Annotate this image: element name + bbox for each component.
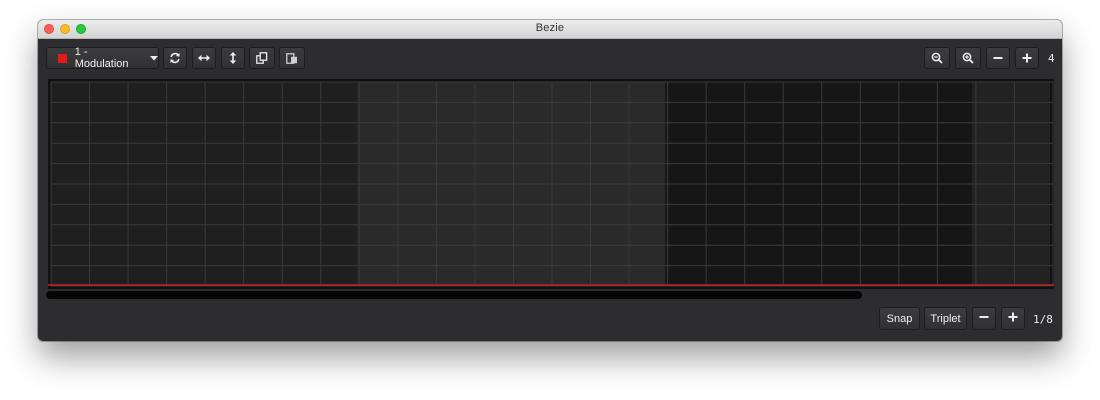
increase-bars-button[interactable] [1015,47,1039,69]
parameter-label: 1 - Modulation [74,46,129,70]
parameter-color-swatch [58,53,67,63]
caret-down-icon [150,55,158,61]
grid-resolution: 1/8 [1033,313,1053,326]
paste-icon [286,52,298,64]
zoom-out-button[interactable] [924,47,950,69]
decrease-grid-button[interactable] [972,307,996,330]
grid-canvas[interactable] [48,79,1054,289]
vertical-arrows-icon [229,52,237,64]
paste-button[interactable] [279,47,305,69]
title-bar: Bezie [38,20,1062,39]
stretch-horizontal-button[interactable] [192,47,216,69]
copy-icon [256,52,268,64]
minus-icon [993,53,1003,63]
increase-grid-button[interactable] [1001,307,1025,330]
decrease-bars-button[interactable] [986,47,1010,69]
snap-button[interactable]: Snap [879,307,920,330]
app-window: Bezie 1 - Modulation 4 Snap Triplet 1/8 [38,20,1062,341]
plus-icon [1022,53,1032,63]
zoom-in-button[interactable] [955,47,981,69]
refresh-button[interactable] [163,47,187,69]
triplet-button[interactable]: Triplet [924,307,967,330]
horizontal-arrows-icon [198,54,210,62]
minus-icon [979,312,989,325]
copy-button[interactable] [249,47,275,69]
horizontal-scrollbar[interactable] [46,290,1054,300]
window-title: Bezie [535,22,565,34]
plus-icon [1008,312,1018,325]
stretch-vertical-button[interactable] [221,47,245,69]
zoom-out-icon [931,52,943,64]
parameter-select[interactable]: 1 - Modulation [46,46,159,70]
refresh-icon [169,52,181,64]
zoom-in-icon [962,52,974,64]
bars-count: 4 [1048,52,1055,65]
curve-editor-grid[interactable] [48,79,1054,289]
scrollbar-thumb[interactable] [46,291,862,299]
